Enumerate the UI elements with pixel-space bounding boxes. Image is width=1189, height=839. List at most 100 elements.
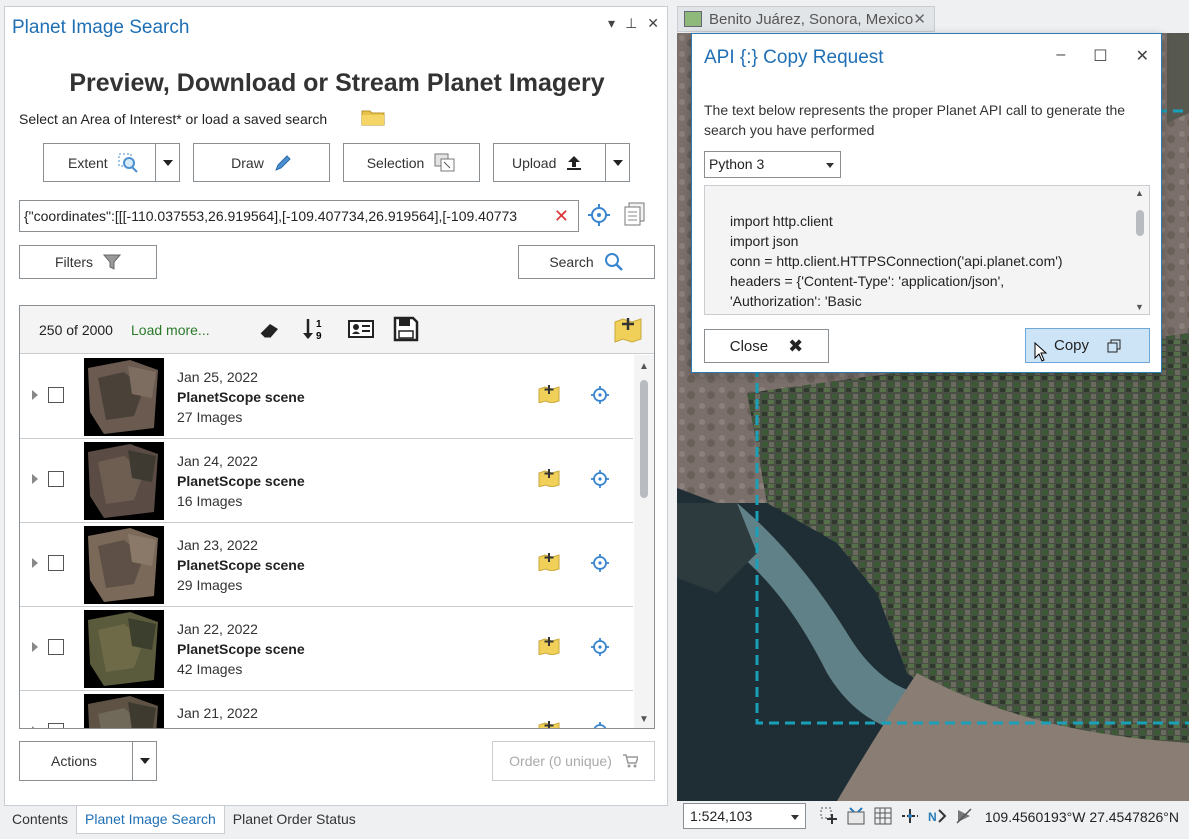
add-to-map-icon[interactable] [538, 383, 560, 403]
expand-icon[interactable] [32, 474, 38, 484]
extent-label: Extent [68, 154, 108, 171]
add-to-map-icon[interactable] [538, 719, 560, 729]
expand-icon[interactable] [32, 390, 38, 400]
result-checkbox[interactable] [48, 387, 64, 403]
draw-label: Draw [231, 154, 264, 171]
maximize-icon[interactable]: ☐ [1093, 46, 1107, 66]
zoom-to-scene-icon[interactable] [590, 553, 610, 573]
upload-button[interactable]: Upload [493, 143, 630, 182]
eraser-icon[interactable] [258, 316, 284, 342]
scene-thumbnail[interactable] [84, 610, 164, 688]
copy-label: Copy [1053, 337, 1090, 354]
scroll-down-icon[interactable]: ▼ [1135, 302, 1144, 312]
pane-title: Planet Image Search [12, 17, 190, 38]
code-scrollbar[interactable]: ▲ ▼ [1131, 186, 1149, 314]
result-image-count: 42 Images [177, 661, 243, 677]
scroll-thumb[interactable] [1136, 210, 1144, 236]
results-list: Jan 25, 2022 PlanetScope scene 27 Images [20, 355, 633, 729]
close-map-tab-icon[interactable]: ✕ [913, 10, 926, 28]
upload-label: Upload [512, 154, 557, 171]
language-select[interactable]: Python 3 [704, 151, 841, 178]
grid-icon[interactable] [873, 806, 893, 826]
navigation-icon[interactable] [846, 806, 866, 826]
chevron-down-icon [162, 159, 173, 166]
pause-drawing-icon[interactable] [954, 806, 974, 826]
scene-thumbnail[interactable] [84, 442, 164, 520]
load-more-link[interactable]: Load more... [131, 322, 210, 338]
scroll-up-icon[interactable]: ▲ [1135, 188, 1144, 198]
result-date: Jan 24, 2022 [177, 453, 258, 469]
snapping-icon[interactable] [900, 806, 920, 826]
actions-dropdown[interactable] [132, 742, 156, 780]
api-copy-request-dialog: API {:} Copy Request ‒ ☐ ✕ The text belo… [691, 33, 1162, 373]
expand-icon[interactable] [32, 558, 38, 568]
open-folder-icon[interactable] [361, 108, 385, 126]
close-icon[interactable]: ✕ [647, 15, 659, 32]
fixed-zoom-icon[interactable] [819, 806, 839, 826]
scroll-up-icon[interactable]: ▲ [639, 361, 649, 372]
dialog-close-button[interactable]: Close ✖ [704, 329, 829, 363]
add-to-map-icon[interactable] [538, 467, 560, 487]
result-checkbox[interactable] [48, 471, 64, 487]
save-icon[interactable] [393, 316, 419, 342]
zoom-to-scene-icon[interactable] [590, 637, 610, 657]
x-icon: ✖ [788, 335, 804, 356]
close-icon[interactable]: ✕ [1136, 46, 1149, 66]
result-checkbox[interactable] [48, 555, 64, 571]
result-row[interactable]: Jan 22, 2022 PlanetScope scene 42 Images [20, 607, 633, 691]
tab-planet-order-status[interactable]: Planet Order Status [225, 806, 364, 834]
extent-button[interactable]: Extent [43, 143, 180, 182]
api-code-textarea[interactable]: import http.client import json conn = ht… [704, 185, 1150, 315]
zoom-to-scene-icon[interactable] [590, 721, 610, 729]
selection-button[interactable]: Selection [343, 143, 480, 182]
search-button[interactable]: Search [518, 245, 655, 279]
scroll-down-icon[interactable]: ▼ [639, 714, 649, 725]
api-code: import http.client import json conn = ht… [730, 213, 1063, 309]
zoom-to-aoi-icon[interactable] [587, 203, 611, 227]
pane-menu-icon[interactable]: ▾ [608, 15, 615, 32]
add-all-to-map-icon[interactable] [613, 314, 643, 344]
contact-card-icon[interactable] [348, 316, 374, 342]
upload-dropdown[interactable] [605, 144, 629, 181]
expand-icon[interactable] [32, 642, 38, 652]
copy-request-icon[interactable] [624, 202, 646, 226]
result-row[interactable]: Jan 25, 2022 PlanetScope scene 27 Images [20, 355, 633, 439]
scene-thumbnail[interactable] [84, 358, 164, 436]
result-image-count: 29 Images [177, 577, 243, 593]
scroll-thumb[interactable] [640, 380, 648, 498]
result-row[interactable]: Jan 24, 2022 PlanetScope scene 16 Images [20, 439, 633, 523]
result-checkbox[interactable] [48, 723, 64, 728]
result-title: PlanetScope scene [177, 725, 305, 728]
tab-contents[interactable]: Contents [4, 806, 76, 834]
scene-thumbnail[interactable] [84, 526, 164, 604]
zoom-to-scene-icon[interactable] [590, 385, 610, 405]
actions-button[interactable]: Actions [19, 741, 157, 781]
draw-button[interactable]: Draw [193, 143, 330, 182]
bottom-tabs: Contents Planet Image Search Planet Orde… [4, 806, 364, 834]
results-scrollbar[interactable]: ▲ ▼ [634, 355, 654, 728]
tab-planet-image-search[interactable]: Planet Image Search [76, 806, 225, 834]
sort-icon[interactable]: 1 9 [302, 316, 328, 342]
north-arrow-icon[interactable]: N [927, 806, 947, 826]
order-button[interactable]: Order (0 unique) [492, 741, 655, 781]
scene-thumbnail[interactable] [84, 694, 164, 728]
planet-search-pane: Planet Image Search ▾ ⊥ ✕ Preview, Downl… [4, 6, 668, 806]
clear-icon[interactable]: ✕ [554, 207, 569, 225]
filters-button[interactable]: Filters [19, 245, 157, 279]
result-checkbox[interactable] [48, 639, 64, 655]
zoom-to-scene-icon[interactable] [590, 469, 610, 489]
filter-icon [103, 254, 122, 270]
result-row[interactable]: Jan 21, 2022 PlanetScope scene [20, 691, 633, 729]
scale-select[interactable]: 1:524,103 [683, 803, 806, 829]
result-row[interactable]: Jan 23, 2022 PlanetScope scene 29 Images [20, 523, 633, 607]
pin-icon[interactable]: ⊥ [625, 15, 637, 32]
aoi-coordinates-field[interactable]: ✕ [19, 200, 579, 232]
minimize-icon[interactable]: ‒ [1056, 46, 1065, 66]
map-tab[interactable]: Benito Juárez, Sonora, Mexico ✕ [677, 6, 935, 32]
map-tab-label: Benito Juárez, Sonora, Mexico [709, 11, 914, 28]
extent-dropdown[interactable] [155, 144, 179, 181]
aoi-coordinates-input[interactable] [20, 201, 545, 231]
add-to-map-icon[interactable] [538, 551, 560, 571]
expand-icon[interactable] [32, 726, 38, 728]
add-to-map-icon[interactable] [538, 635, 560, 655]
